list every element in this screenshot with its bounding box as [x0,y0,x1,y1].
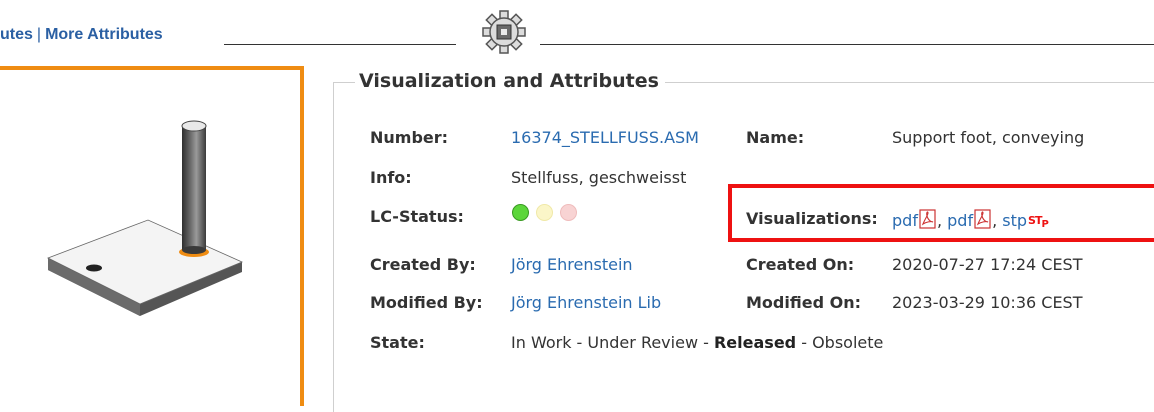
lc-status-label: LC-Status: [370,207,464,226]
modified-on-value: 2023-03-29 10:36 CEST [892,293,1083,312]
pdf-link-2[interactable]: pdf [947,211,973,230]
state-separator: - [698,333,714,352]
state-under-review: Under Review [587,333,699,352]
state-value: In Work - Under Review - Released - Obso… [511,333,883,352]
info-value: Stellfuss, geschweisst [511,168,687,187]
name-value: Support foot, conveying [892,128,1085,147]
modified-on-label: Modified On: [746,293,861,312]
number-label: Number: [370,128,449,147]
created-by-link[interactable]: Jörg Ehrenstein [511,255,633,274]
divider-line-right [540,44,1154,45]
stp-link[interactable]: stp [1002,211,1027,230]
created-by-label: Created By: [370,255,476,274]
state-label: State: [370,333,425,352]
viz-separator: , [992,211,998,230]
status-light-green [512,204,529,221]
modified-by-label: Modified By: [370,293,483,312]
number-link[interactable]: 16374_STELLFUSS.ASM [511,128,699,147]
visualizations-links: pdf, pdf, stpSTP [892,209,1049,233]
divider-line-left [224,44,456,45]
modified-by-link[interactable]: Jörg Ehrenstein Lib [511,293,661,312]
pdf-icon[interactable] [974,209,992,233]
link-separator: | [36,26,42,43]
stp-icon[interactable]: STP [1028,214,1049,230]
created-on-value: 2020-07-27 17:24 CEST [892,255,1083,274]
visualizations-label: Visualizations: [746,209,878,228]
state-released: Released [713,333,797,352]
gear-icon[interactable] [471,8,537,60]
pdf-link-1[interactable]: pdf [892,211,918,230]
name-label: Name: [746,128,805,147]
section-title: Visualization and Attributes [355,70,665,92]
stp-badge-text: ST [1028,214,1042,227]
state-separator: - [796,333,813,352]
pdf-icon[interactable] [919,209,937,233]
model-preview-image[interactable] [20,110,250,320]
stp-badge-sub: P [1041,219,1048,230]
created-on-label: Created On: [746,255,855,274]
state-separator: - [571,333,588,352]
state-in-work: In Work [511,333,572,352]
attribute-links: utes | More Attributes [0,26,163,44]
attributes-link[interactable]: utes [0,26,33,43]
info-label: Info: [370,168,412,187]
viz-separator: , [936,211,943,230]
status-light-yellow [536,204,553,221]
status-light-red [560,204,577,221]
state-obsolete: Obsolete [812,333,884,352]
more-attributes-link[interactable]: More Attributes [45,26,163,43]
